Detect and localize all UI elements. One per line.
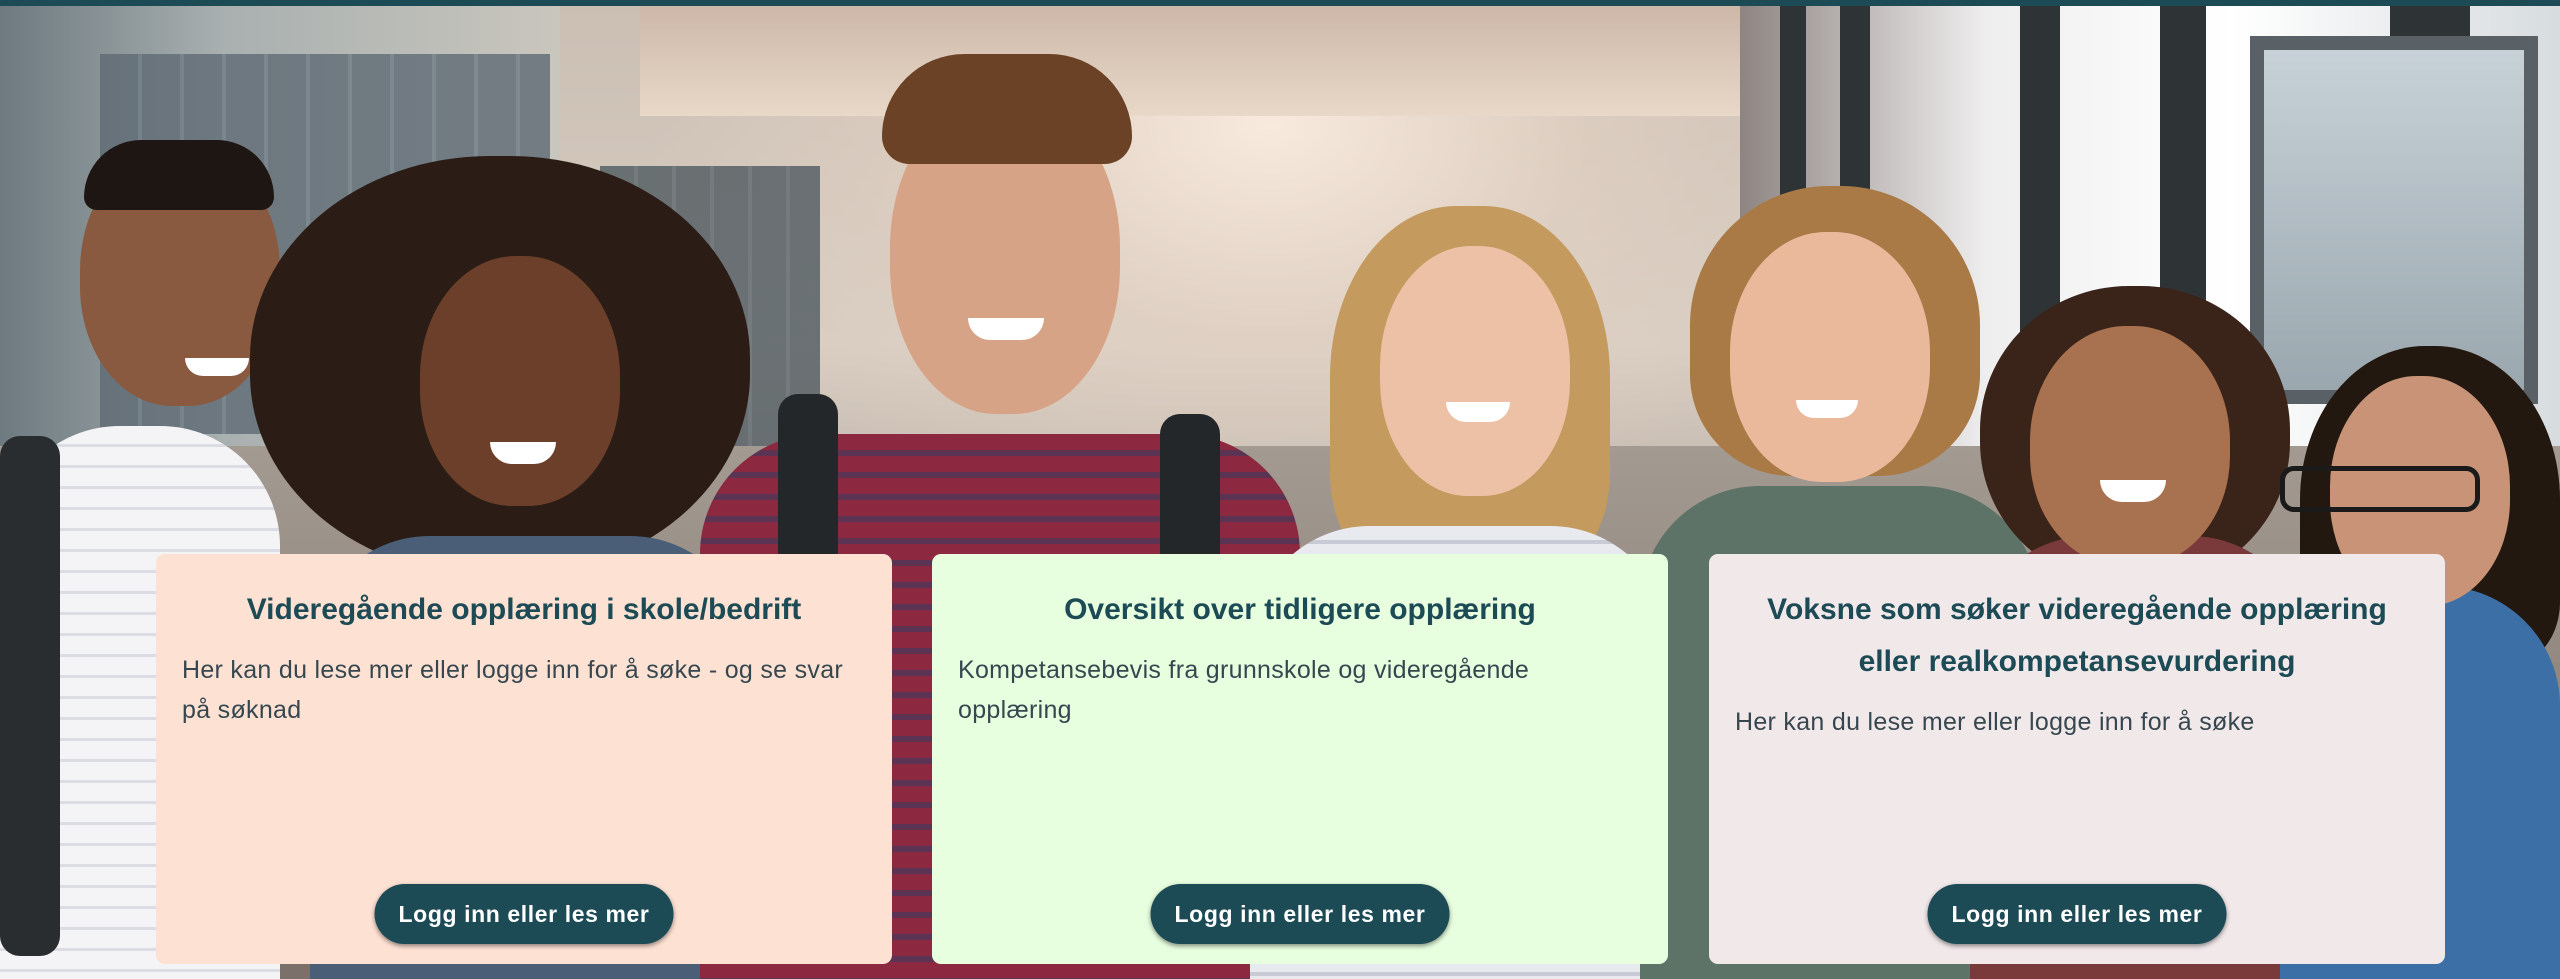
login-or-read-more-button[interactable]: Logg inn eller les mer (374, 884, 674, 944)
card-description: Her kan du lese mer eller logge inn for … (182, 656, 844, 724)
card-description: Kompetansebevis fra grunnskole og videre… (958, 656, 1530, 724)
card-tidligere-opplaering: Oversikt over tidligere opplæring Kompet… (932, 554, 1668, 964)
card-title: Videregående opplæring i skole/bedrift (246, 593, 802, 626)
top-accent-bar (0, 0, 2560, 6)
card-description: Her kan du lese mer eller logge inn for … (1735, 708, 2255, 736)
card-voksne-realkompetanse: Voksne som søker videregående opplæring … (1709, 554, 2445, 964)
card-videregaende-opplaering: Videregående opplæring i skole/bedrift H… (156, 554, 892, 964)
card-title: Voksne som søker videregående opplæring … (1767, 593, 2387, 678)
card-title: Oversikt over tidligere opplæring (1064, 593, 1536, 626)
login-or-read-more-button[interactable]: Logg inn eller les mer (1927, 884, 2227, 944)
login-or-read-more-button[interactable]: Logg inn eller les mer (1150, 884, 1450, 944)
